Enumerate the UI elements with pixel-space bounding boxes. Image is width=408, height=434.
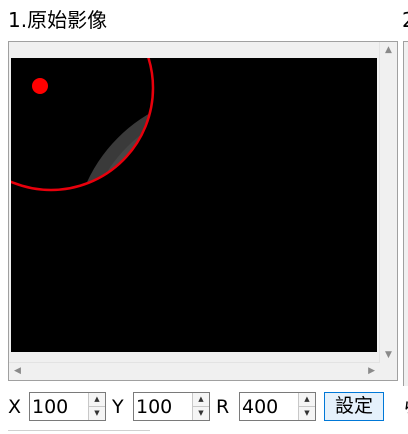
center-marker [32,78,48,94]
x-spin-buttons[interactable]: ▲ ▼ [88,393,105,420]
y-stepper[interactable]: ▲ ▼ [133,392,210,421]
set-button[interactable]: 設定 [324,392,384,421]
scroll-corner [380,363,397,380]
image-overlay [11,58,155,192]
x-decrement-icon[interactable]: ▼ [89,407,105,420]
y-input[interactable] [134,393,186,420]
image-viewer[interactable]: ▲ ▼ ◀ ▶ [8,41,398,381]
roi-circle [11,58,155,192]
scroll-left-icon[interactable]: ◀ [14,367,21,376]
y-increment-icon[interactable]: ▲ [193,393,209,407]
panel-title: 1.原始影像 [8,8,108,32]
x-increment-icon[interactable]: ▲ [89,393,105,407]
r-stepper[interactable]: ▲ ▼ [239,392,316,421]
lens-arc [73,93,153,190]
y-spin-buttons[interactable]: ▲ ▼ [192,393,209,420]
r-input[interactable] [240,393,292,420]
circle-controls: X ▲ ▼ Y ▲ ▼ R ▲ ▼ 設定 ら [0,391,408,425]
panel2-edge [403,41,408,386]
r-label: R [216,396,230,418]
y-decrement-icon[interactable]: ▼ [193,407,209,420]
vertical-scrollbar[interactable]: ▲ ▼ [379,42,397,364]
y-label: Y [112,396,124,418]
scroll-right-icon[interactable]: ▶ [368,367,375,376]
x-input[interactable] [30,393,82,420]
original-image [11,58,377,352]
r-increment-icon[interactable]: ▲ [299,393,315,407]
next-label-partial: ら [402,395,408,419]
scroll-down-icon[interactable]: ▼ [385,351,392,360]
horizontal-scrollbar[interactable]: ◀ ▶ [9,362,380,380]
scroll-up-icon[interactable]: ▲ [385,46,392,55]
divider [8,430,150,431]
x-label: X [8,396,22,418]
panel2-title-partial: 2 [402,6,408,34]
r-decrement-icon[interactable]: ▼ [299,407,315,420]
r-spin-buttons[interactable]: ▲ ▼ [298,393,315,420]
x-stepper[interactable]: ▲ ▼ [29,392,106,421]
